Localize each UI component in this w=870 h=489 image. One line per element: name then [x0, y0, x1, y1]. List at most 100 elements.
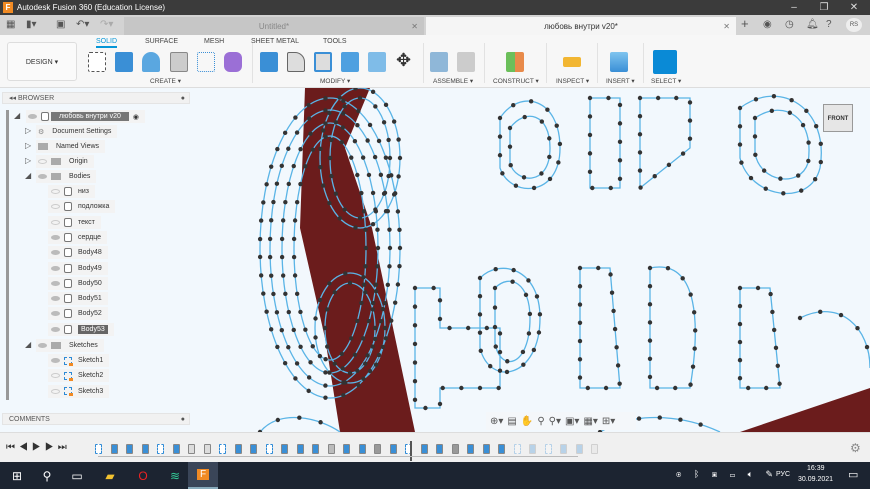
sketch-point[interactable]	[789, 98, 794, 103]
save-icon[interactable]: ▣	[56, 19, 65, 30]
sketch-point[interactable]	[294, 291, 300, 297]
sketch-point[interactable]	[269, 273, 274, 278]
timeline-body-feature[interactable]	[560, 444, 567, 454]
sketch-point[interactable]	[638, 185, 643, 190]
sketch-point[interactable]	[687, 136, 693, 141]
browser-body-item[interactable]: Body52	[48, 307, 108, 321]
sketch-point[interactable]	[327, 155, 333, 161]
sketch-point[interactable]	[352, 138, 358, 144]
eye-icon[interactable]	[28, 114, 37, 119]
sketch-point[interactable]	[271, 199, 276, 205]
sketch-point[interactable]	[389, 318, 394, 323]
viewports-icon[interactable]: ⊞▾	[602, 416, 615, 427]
sketch-point[interactable]	[332, 290, 337, 295]
eye-hidden-icon[interactable]	[51, 388, 60, 394]
timeline-body-feature[interactable]	[343, 444, 350, 454]
sketch-point[interactable]	[526, 331, 532, 336]
timeline-sketch-feature[interactable]	[219, 444, 226, 454]
sketch-point[interactable]	[752, 115, 758, 121]
data-panel-grid-icon[interactable]: ▦	[6, 19, 15, 30]
sketch-point[interactable]	[386, 137, 391, 143]
split-body-icon[interactable]	[368, 52, 386, 72]
sketch-point[interactable]	[796, 173, 801, 178]
browser-body-item[interactable]: подложка	[48, 200, 116, 214]
sketch-point[interactable]	[617, 381, 622, 386]
sketch-point[interactable]	[412, 323, 418, 328]
display-settings-icon[interactable]: ▣▾	[565, 416, 579, 427]
sketch-point[interactable]	[497, 134, 503, 139]
sketch-point[interactable]	[609, 290, 615, 295]
sketch-point[interactable]	[647, 283, 653, 289]
pin-icon[interactable]: ●	[181, 414, 185, 425]
sketch-point[interactable]	[391, 192, 397, 197]
sketch-point[interactable]	[737, 285, 743, 291]
grid-icon[interactable]: ▦▾	[583, 416, 597, 427]
sketch-point[interactable]	[387, 227, 392, 232]
sketch-point[interactable]	[268, 164, 274, 169]
sketch-point[interactable]	[310, 344, 315, 349]
sketch-point[interactable]	[804, 108, 809, 114]
sketch-point[interactable]	[539, 171, 544, 176]
sketch-point[interactable]	[521, 362, 526, 367]
sketch-point[interactable]	[465, 325, 471, 331]
sketch-point[interactable]	[536, 330, 542, 335]
sketch-point[interactable]	[381, 191, 387, 196]
expand-icon[interactable]: ▷	[25, 141, 31, 150]
sketch-point[interactable]	[343, 380, 348, 385]
tab-active-document[interactable]: любовь внутри v20* ✕	[426, 17, 736, 35]
sketch-point[interactable]	[363, 361, 368, 366]
sketch-point[interactable]	[380, 344, 386, 350]
sketch-point[interactable]	[275, 344, 280, 350]
revolve-icon[interactable]	[142, 52, 160, 72]
sketch-point[interactable]	[688, 292, 693, 297]
sketch-point[interactable]	[323, 121, 328, 126]
sketch-point[interactable]	[323, 134, 328, 140]
sketch-point[interactable]	[505, 359, 510, 364]
timeline-settings-gear-icon[interactable]: ⚙	[850, 441, 861, 455]
sketch-point[interactable]	[806, 140, 811, 145]
sketch-point[interactable]	[280, 273, 286, 278]
sketch-point[interactable]	[370, 190, 376, 196]
pan-hand-icon[interactable]: ✋	[521, 416, 533, 427]
sketch-point[interactable]	[531, 185, 537, 191]
move-icon[interactable]: ✥	[396, 50, 411, 71]
sketch-point[interactable]	[395, 209, 401, 214]
sketch-point[interactable]	[497, 368, 503, 373]
search-icon[interactable]: ⚲	[32, 462, 62, 489]
sketch-point[interactable]	[306, 102, 311, 108]
sketch-point[interactable]	[412, 304, 418, 309]
sketch-point[interactable]	[375, 245, 381, 251]
sketch-point[interactable]	[587, 132, 593, 138]
browser-sketch-item[interactable]: Sketch2	[48, 369, 110, 383]
viewcube[interactable]: FRONT	[823, 104, 853, 132]
sketch-point[interactable]	[310, 147, 315, 152]
sketch-point[interactable]	[372, 154, 378, 160]
browser-body-item[interactable]: низ	[48, 185, 95, 198]
sketch-point[interactable]	[279, 163, 284, 169]
sketch-point[interactable]	[258, 218, 264, 223]
sketch-point[interactable]	[306, 375, 312, 380]
sketch-point[interactable]	[321, 183, 326, 188]
sketch-point[interactable]	[770, 309, 775, 315]
job-status-icon[interactable]: ◉	[763, 19, 772, 30]
eye-icon[interactable]	[51, 250, 60, 256]
sketch-point[interactable]	[523, 292, 529, 298]
timeline-sketch-feature[interactable]	[544, 444, 552, 454]
sketch-point[interactable]	[357, 215, 363, 221]
sketch-point[interactable]	[340, 366, 345, 371]
sketch-point[interactable]	[412, 378, 418, 384]
sketch-point[interactable]	[777, 381, 782, 386]
timeline-box-feature[interactable]	[374, 444, 381, 454]
sketch-point[interactable]	[318, 420, 323, 425]
timeline-body-feature[interactable]	[281, 444, 288, 454]
hole-icon[interactable]	[170, 52, 188, 72]
sketch-point[interactable]	[298, 309, 303, 315]
insert-menu[interactable]: INSERT ▾	[606, 77, 635, 85]
sketch-point[interactable]	[608, 185, 613, 191]
sketch-point[interactable]	[323, 370, 328, 375]
sketch-point[interactable]	[437, 298, 443, 303]
sketch-point[interactable]	[577, 302, 583, 307]
timeline-body-feature[interactable]	[420, 444, 428, 454]
sketch-point[interactable]	[447, 325, 452, 331]
sketch-point[interactable]	[637, 132, 643, 137]
